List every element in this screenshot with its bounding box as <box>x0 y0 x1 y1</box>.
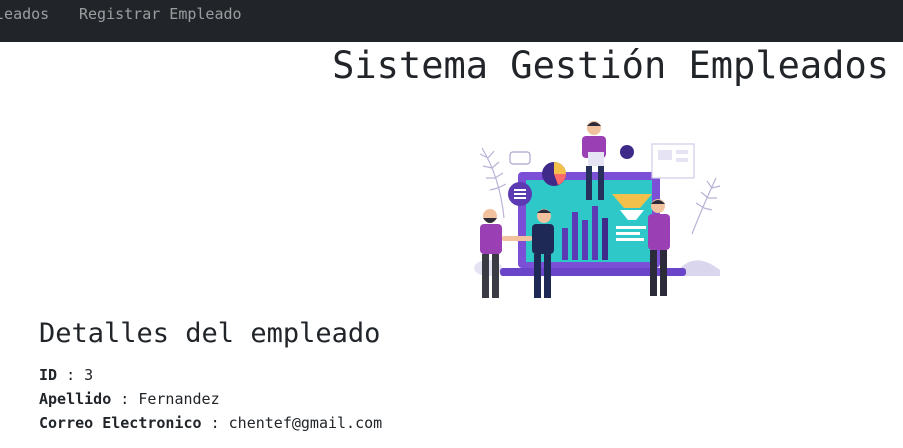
detail-label: ID <box>39 366 58 384</box>
details-title: Detalles del empleado <box>39 318 381 349</box>
nav-link-empleados[interactable]: pleados <box>0 5 49 23</box>
detail-value: 3 <box>84 366 94 384</box>
nav-link-registrar-empleado[interactable]: Registrar Empleado <box>79 5 242 23</box>
detail-row-apellido: Apellido : Fernandez <box>39 390 220 408</box>
detail-value: chentef@gmail.com <box>228 414 383 432</box>
detail-row-correo: Correo Electronico : chentef@gmail.com <box>39 414 382 432</box>
detail-separator: : <box>66 366 76 384</box>
detail-value: Fernandez <box>138 390 220 408</box>
detail-separator: : <box>120 390 130 408</box>
detail-row-id: ID : 3 <box>39 366 93 384</box>
page-title: Sistema Gestión Empleados <box>332 44 889 87</box>
detail-separator: : <box>210 414 220 432</box>
detail-label: Apellido <box>39 390 112 408</box>
detail-label: Correo Electronico <box>39 414 202 432</box>
team-dashboard-illustration <box>474 121 721 298</box>
navbar: pleados Registrar Empleado <box>0 0 903 42</box>
